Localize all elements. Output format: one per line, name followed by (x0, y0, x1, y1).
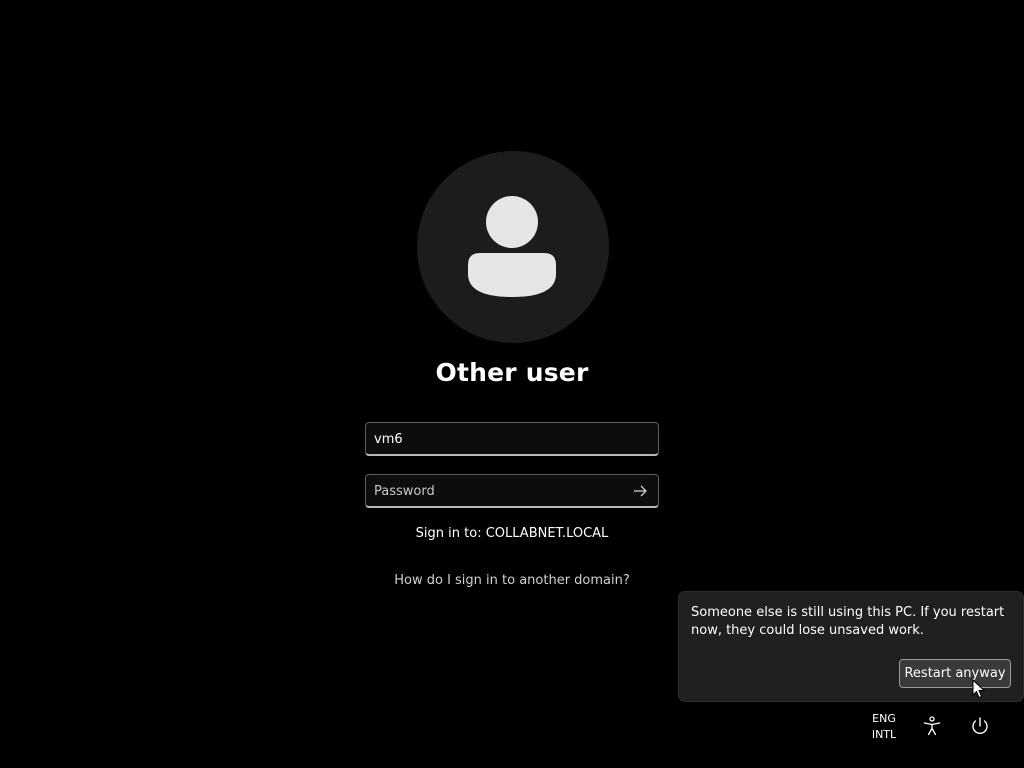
password-field[interactable] (365, 474, 659, 508)
sign-in-domain-text: Sign in to: COLLABNET.LOCAL (415, 526, 609, 541)
submit-arrow-icon[interactable] (630, 481, 650, 501)
other-domain-link[interactable]: How do I sign in to another domain? (0, 573, 1024, 588)
username-field[interactable] (365, 422, 659, 456)
language-indicator[interactable]: ENG INTL (862, 711, 906, 743)
restart-warning-message: Someone else is still using this PC. If … (691, 605, 1005, 638)
accessibility-icon[interactable] (921, 715, 943, 737)
power-icon[interactable] (969, 715, 991, 737)
username-input[interactable] (374, 423, 624, 455)
user-avatar (417, 151, 609, 343)
password-input[interactable] (374, 475, 624, 507)
mouse-cursor-icon (972, 679, 986, 699)
keyboard-layout: INTL (871, 728, 897, 741)
restart-anyway-button[interactable]: Restart anyway (899, 659, 1011, 688)
user-display-name: Other user (435, 358, 589, 387)
person-icon (468, 196, 556, 297)
lock-screen: Other user Sign in to: COLLABNET.LOCAL H… (0, 0, 1024, 768)
language-code: ENG (872, 712, 896, 725)
